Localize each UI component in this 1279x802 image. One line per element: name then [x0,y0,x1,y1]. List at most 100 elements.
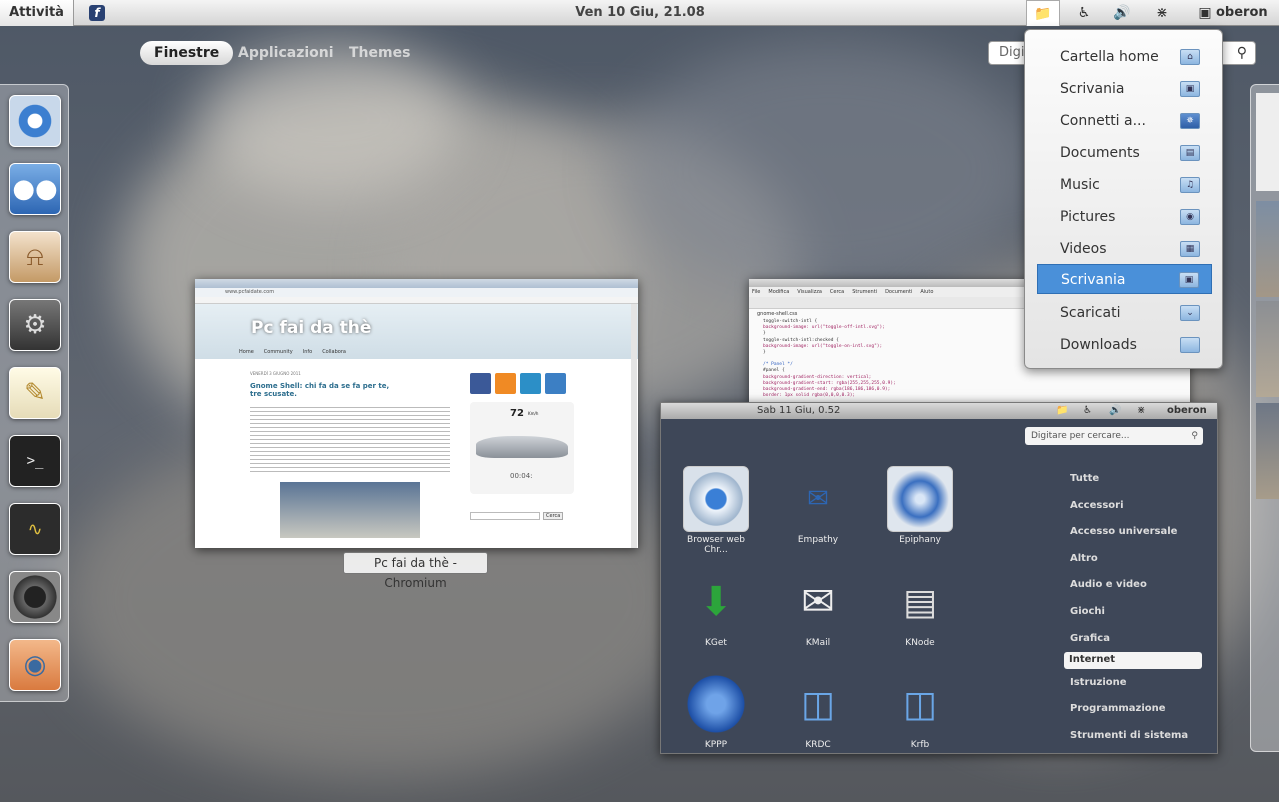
search-icon: ⚲ [1236,45,1247,61]
category-giochi[interactable]: Giochi [1069,604,1204,620]
site-nav-home[interactable]: Home [239,349,254,355]
menu-item-music[interactable]: Music ♫ [1037,170,1212,200]
site-nav-info[interactable]: Info [303,349,312,355]
text-editor-icon[interactable]: ✎ [9,367,61,419]
gedit-menu-file[interactable]: File [752,287,760,297]
chromium-tabstrip [195,279,638,288]
home-folder-icon: ⌂ [1180,49,1200,65]
desktop-folder-icon: ▣ [1180,81,1200,97]
app-krfb[interactable]: ◫ Krfb [880,671,960,751]
fedora-icon[interactable]: f [89,5,105,21]
gedit-menu-visualizza[interactable]: Visualizza [797,287,822,297]
accessibility-icon[interactable]: ♿ [1072,0,1096,26]
volume-icon[interactable]: 🔊 [1110,0,1134,26]
post-title[interactable]: Gnome Shell: chi fa da se fa per te, tre… [250,382,400,398]
category-audio-e-video[interactable]: Audio e video [1069,577,1204,593]
category-altro[interactable]: Altro [1069,551,1204,567]
gedit-menu-documenti[interactable]: Documenti [885,287,912,297]
category-programmazione[interactable]: Programmazione [1069,701,1204,717]
category-istruzione[interactable]: Istruzione [1069,675,1204,691]
gedit-menu-aiuto[interactable]: Aiuto [920,287,933,297]
app-kget[interactable]: ⬇ KGet [676,569,756,648]
screenshot-search-icon: ⚲ [1191,431,1198,441]
category-grafica[interactable]: Grafica [1069,631,1204,647]
empathy-icon[interactable]: ●● [9,163,61,215]
downloads-folder-icon: ⌄ [1180,305,1200,321]
empathy-icon: ✉ [807,484,829,514]
workspace-thumbnails[interactable] [1250,84,1279,752]
panel-clock[interactable]: Ven 10 Giu, 21.08 [540,0,740,26]
workspace-thumb-1[interactable] [1256,93,1279,191]
blog-search-button[interactable]: Cerca [543,512,564,520]
videos-folder-icon: ▦ [1180,241,1200,257]
app-kmail[interactable]: ✉ KMail [778,569,858,648]
site-header: Pc fai da thè Home Community Info Collab… [195,304,638,359]
chat-icon[interactable]: ▣ [1196,0,1214,26]
tab-finestre[interactable]: Finestre [140,41,234,65]
facebook-icon[interactable] [470,373,491,394]
gedit-menu-cerca[interactable]: Cerca [830,287,844,297]
folder-icon [1180,337,1200,353]
menu-item-connetti[interactable]: Connetti a... ✵ [1037,106,1212,136]
kppp-icon [683,671,749,737]
documents-folder-icon: ▤ [1180,145,1200,161]
user-menu[interactable]: oberon [1216,0,1268,26]
app-epiphany[interactable]: Epiphany [880,466,960,545]
screenshot-accessibility-icon: ♿ [1083,405,1092,416]
activities-button[interactable]: Attività [0,0,74,26]
menu-item-videos[interactable]: Videos ▦ [1037,234,1212,264]
nautilus-icon[interactable]: ⍾ [9,231,61,283]
system-monitor-icon[interactable]: ∿ [9,503,61,555]
category-internet[interactable]: Internet [1064,652,1202,669]
category-accesso-universale[interactable]: Accesso universale [1069,524,1204,540]
rss-icon[interactable] [495,373,516,394]
screenshot-user: oberon [1167,405,1207,416]
category-tutte[interactable]: Tutte [1069,471,1204,487]
workspace-thumb-3[interactable] [1256,301,1279,397]
screenshot-search-input: Digitare per cercare... ⚲ [1025,427,1203,445]
chromium-address-bar: www.pcfaidate.com [195,288,638,297]
workspace-thumb-2[interactable] [1256,201,1279,297]
menu-item-documents[interactable]: Documents ▤ [1037,138,1212,168]
dash: ●● ⍾ ⚙ ✎ >_ ∿ ◉ [0,84,69,702]
site-nav-community[interactable]: Community [264,349,293,355]
workspace-thumb-4[interactable] [1256,403,1279,499]
chromium-icon [683,466,749,532]
app-browser-web-chromium[interactable]: Browser web Chr... [676,466,756,555]
chromium-scrollbar[interactable] [631,304,637,548]
twitter-icon[interactable] [520,373,541,394]
tab-themes[interactable]: Themes [349,41,410,65]
friendfeed-icon[interactable] [545,373,566,394]
image-viewer-icon[interactable]: ◉ [9,639,61,691]
places-menu: Cartella home ⌂ Scrivania ▣ Connetti a... ✵… [1024,29,1223,369]
settings-icon[interactable]: ⚙ [9,299,61,351]
camera-icon[interactable] [9,571,61,623]
chromium-icon[interactable] [9,95,61,147]
wifi-icon[interactable]: ⋇ [1150,0,1174,26]
menu-item-cartella-home[interactable]: Cartella home ⌂ [1037,42,1212,72]
gedit-menu-modifica[interactable]: Modifica [768,287,789,297]
app-empathy[interactable]: ✉ Empathy [778,466,858,545]
app-krdc[interactable]: ◫ KRDC [778,671,858,751]
blog-search-input[interactable] [470,512,540,520]
category-strumenti-di-sistema[interactable]: Strumenti di sistema [1069,728,1204,744]
menu-item-downloads[interactable]: Downloads [1037,330,1212,360]
screenshot-folder-icon: 📁 [1056,405,1069,416]
places-folder-icon[interactable]: 📁 [1026,0,1060,26]
app-kppp[interactable]: KPPP [676,671,756,750]
krfb-icon: ◫ [902,683,937,725]
menu-item-pictures[interactable]: Pictures ◉ [1037,202,1212,232]
top-panel: Attività f Ven 10 Giu, 21.08 📁 ♿ 🔊 ⋇ ▣ o… [0,0,1279,26]
menu-item-scrivania-selected[interactable]: Scrivania ▣ [1037,264,1212,294]
chromium-window-thumbnail[interactable]: www.pcfaidate.com Pc fai da thè Home Com… [195,279,638,548]
site-nav-collabora[interactable]: Collabora [322,349,346,355]
kmail-icon: ✉ [801,579,835,625]
kget-icon: ⬇ [699,579,733,625]
terminal-icon[interactable]: >_ [9,435,61,487]
menu-item-scrivania[interactable]: Scrivania ▣ [1037,74,1212,104]
menu-item-scaricati[interactable]: Scaricati ⌄ [1037,298,1212,328]
app-knode[interactable]: ▤ KNode [880,569,960,649]
gedit-menu-strumenti[interactable]: Strumenti [852,287,877,297]
tab-applicazioni[interactable]: Applicazioni [238,41,334,65]
category-accessori[interactable]: Accessori [1069,498,1204,514]
